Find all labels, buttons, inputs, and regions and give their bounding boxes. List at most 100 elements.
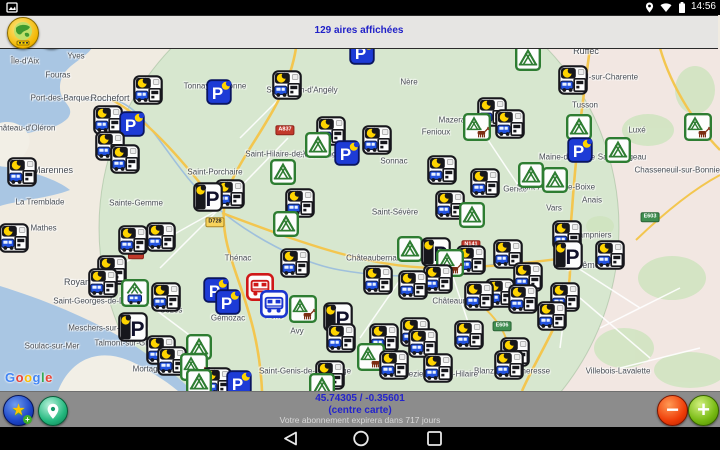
road-badge: D728	[205, 217, 225, 227]
marker-service[interactable]	[558, 65, 588, 95]
app-screen: 14:56 129 aires affichées Recherche SAT …	[0, 0, 720, 450]
marker-parking-blue[interactable]: P	[567, 137, 593, 163]
marker-camping[interactable]	[515, 48, 541, 71]
marker-service[interactable]	[495, 109, 525, 139]
android-nav-bar	[0, 427, 720, 450]
marker-service[interactable]	[595, 240, 625, 270]
town-label: Sainte-Gemme	[109, 198, 163, 208]
marker-camping[interactable]	[397, 236, 424, 263]
marker-service[interactable]	[379, 350, 409, 380]
town-label: Châteaubernard	[346, 253, 404, 263]
map-center-info: 45.74305 / -0.35601 (centre carte) Votre…	[120, 393, 600, 426]
status-time: 14:56	[690, 1, 716, 12]
marker-service[interactable]	[508, 284, 538, 314]
zoom-out-button[interactable]: −	[657, 395, 688, 426]
marker-service[interactable]	[427, 155, 457, 185]
marker-service[interactable]	[454, 320, 484, 350]
marker-camping[interactable]	[459, 202, 486, 229]
marker-service[interactable]	[470, 168, 500, 198]
wifi-status-icon	[660, 3, 672, 12]
marker-service[interactable]	[363, 265, 393, 295]
aires-count-label: 129 aires affichées	[314, 25, 404, 36]
marker-service[interactable]	[362, 125, 392, 155]
marker-camping[interactable]	[305, 132, 332, 159]
marker-service[interactable]	[146, 222, 176, 252]
town-label: Luxé	[628, 125, 646, 135]
marker-motorhome-blue[interactable]	[259, 289, 288, 318]
town-label: Villebois-Lavalette	[585, 366, 651, 376]
svg-text:P: P	[212, 84, 223, 103]
marker-service[interactable]	[280, 248, 310, 278]
google-letter: e	[45, 370, 53, 385]
marker-parking-night[interactable]: P	[118, 312, 148, 342]
town-label: Marennes	[32, 165, 74, 175]
marker-service[interactable]	[423, 353, 453, 383]
globe-logo-icon	[14, 22, 32, 46]
my-location-button[interactable]	[38, 396, 68, 426]
svg-text:P: P	[221, 294, 232, 313]
marker-camping[interactable]	[273, 211, 300, 238]
svg-text:P: P	[340, 145, 351, 164]
marker-camping-mixed[interactable]	[121, 279, 150, 308]
map[interactable]: Île-d'Aix Yves Fouras Port-des-Barques Roche…	[0, 48, 720, 391]
location-pin-icon	[47, 403, 59, 419]
recents-icon[interactable]	[427, 431, 442, 446]
marker-parking-blue[interactable]: P	[334, 140, 360, 166]
map-overlay-items: Île-d'Aix Yves Fouras Port-des-Barques Roche…	[0, 48, 720, 391]
google-attribution: Google	[5, 370, 53, 385]
town-label: Ruffec	[573, 48, 599, 56]
svg-text:P: P	[355, 48, 366, 63]
marker-service[interactable]	[118, 225, 148, 255]
marker-parking-blue[interactable]: P	[206, 79, 232, 105]
google-letter: g	[32, 370, 41, 385]
screenshot-notification-icon	[6, 2, 18, 13]
svg-text:P: P	[565, 246, 579, 269]
marker-camping[interactable]	[518, 162, 545, 189]
marker-service[interactable]	[0, 223, 29, 253]
marker-service[interactable]	[398, 270, 428, 300]
marker-service[interactable]	[464, 281, 494, 311]
marker-camping[interactable]	[309, 373, 335, 391]
center-coordinates: 45.74305 / -0.35601	[315, 393, 405, 404]
marker-camping[interactable]	[542, 167, 569, 194]
home-icon[interactable]	[353, 430, 369, 447]
marker-parking-night[interactable]: P	[193, 182, 223, 212]
bottom-bar: ★ + 45.74305 / -0.35601 (centre carte) V…	[0, 391, 720, 428]
marker-camping-farm[interactable]	[684, 113, 713, 142]
zoom-in-button[interactable]: +	[688, 395, 719, 426]
town-label: Anais	[581, 195, 603, 205]
marker-camping-farm[interactable]	[289, 295, 318, 324]
town-label: Fouras	[45, 70, 71, 80]
town-label: Yves	[67, 51, 85, 61]
marker-service[interactable]	[326, 323, 356, 353]
svg-text:P: P	[573, 142, 584, 161]
svg-text:P: P	[205, 188, 219, 211]
town-label: Île-d'Aix	[10, 56, 40, 66]
marker-camping[interactable]	[270, 159, 297, 186]
google-letter: G	[5, 370, 16, 385]
town-label: Thénac	[224, 253, 252, 263]
svg-text:P: P	[125, 116, 136, 135]
add-favorite-button[interactable]: ★ +	[3, 395, 34, 426]
marker-camping-farm[interactable]	[463, 113, 492, 142]
marker-parking-blue[interactable]: P	[226, 370, 252, 391]
marker-service[interactable]	[110, 144, 140, 174]
marker-service[interactable]	[272, 70, 302, 100]
marker-service[interactable]	[7, 157, 37, 187]
plus-icon: +	[697, 396, 710, 422]
marker-camping[interactable]	[186, 369, 212, 391]
back-icon[interactable]	[284, 431, 297, 446]
marker-parking-blue[interactable]: P	[349, 48, 375, 65]
marker-service[interactable]	[133, 75, 163, 105]
app-logo	[7, 17, 39, 49]
marker-service[interactable]	[537, 301, 567, 331]
town-label: La Tremblade	[15, 197, 65, 207]
marker-parking-night[interactable]: P	[553, 240, 583, 270]
town-label: Port-des-Barques	[30, 93, 94, 103]
town-label: Vars	[546, 203, 562, 213]
marker-parking-blue[interactable]: P	[215, 289, 241, 315]
marker-camping[interactable]	[605, 137, 632, 164]
marker-service[interactable]	[88, 268, 118, 298]
marker-service[interactable]	[151, 282, 181, 312]
marker-service[interactable]	[494, 350, 524, 380]
